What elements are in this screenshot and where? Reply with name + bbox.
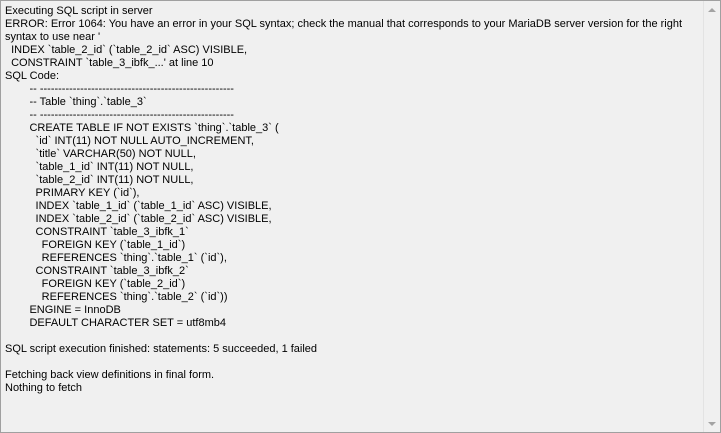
log-line: ENGINE = InnoDB	[5, 304, 121, 316]
log-line: INDEX `table_2_id` (`table_2_id` ASC) VI…	[5, 44, 248, 56]
log-line: CONSTRAINT `table_3_ibfk_2`	[5, 265, 189, 277]
log-line: PRIMARY KEY (`id`),	[5, 187, 140, 199]
log-line: -- -------------------------------------…	[5, 109, 234, 121]
log-line: Executing SQL script in server	[5, 5, 153, 17]
log-blank-line	[5, 356, 703, 369]
log-line: SQL Code:	[5, 70, 60, 82]
log-line: syntax to use near '	[5, 31, 101, 43]
log-line: FOREIGN KEY (`table_2_id`)	[5, 278, 186, 290]
log-blank-line	[5, 330, 703, 343]
scroll-down-button[interactable]	[704, 415, 720, 432]
log-line: `id` INT(11) NOT NULL AUTO_INCREMENT,	[5, 135, 254, 147]
sql-log-window: Executing SQL script in server ERROR: Er…	[0, 0, 721, 433]
scrollbar-track[interactable]	[704, 18, 720, 415]
log-line: REFERENCES `thing`.`table_1` (`id`),	[5, 252, 227, 264]
log-line: INDEX `table_1_id` (`table_1_id` ASC) VI…	[5, 200, 272, 212]
vertical-scrollbar[interactable]	[703, 1, 720, 432]
triangle-down-icon	[708, 421, 716, 426]
log-line: INDEX `table_2_id` (`table_2_id` ASC) VI…	[5, 213, 272, 225]
output-log-text[interactable]: Executing SQL script in server ERROR: Er…	[1, 1, 703, 432]
log-line: REFERENCES `thing`.`table_2` (`id`))	[5, 291, 228, 303]
log-line: -- -------------------------------------…	[5, 83, 234, 95]
log-line: ERROR: Error 1064: You have an error in …	[5, 18, 683, 30]
triangle-up-icon	[708, 7, 716, 12]
log-line: CREATE TABLE IF NOT EXISTS `thing`.`tabl…	[5, 122, 279, 134]
log-line: CONSTRAINT `table_3_ibfk_1`	[5, 226, 189, 238]
log-line: `table_2_id` INT(11) NOT NULL,	[5, 174, 194, 186]
scroll-up-button[interactable]	[704, 1, 720, 18]
log-line: DEFAULT CHARACTER SET = utf8mb4	[5, 317, 226, 329]
log-line: Nothing to fetch	[5, 382, 83, 394]
log-line: `table_1_id` INT(11) NOT NULL,	[5, 161, 194, 173]
log-line: CONSTRAINT `table_3_ibfk_...' at line 10	[5, 57, 214, 69]
log-line: SQL script execution finished: statement…	[5, 343, 318, 355]
log-line: -- Table `thing`.`table_3`	[5, 96, 147, 108]
log-line: `title` VARCHAR(50) NOT NULL,	[5, 148, 196, 160]
log-line: Fetching back view definitions in final …	[5, 369, 215, 381]
log-line: FOREIGN KEY (`table_1_id`)	[5, 239, 186, 251]
